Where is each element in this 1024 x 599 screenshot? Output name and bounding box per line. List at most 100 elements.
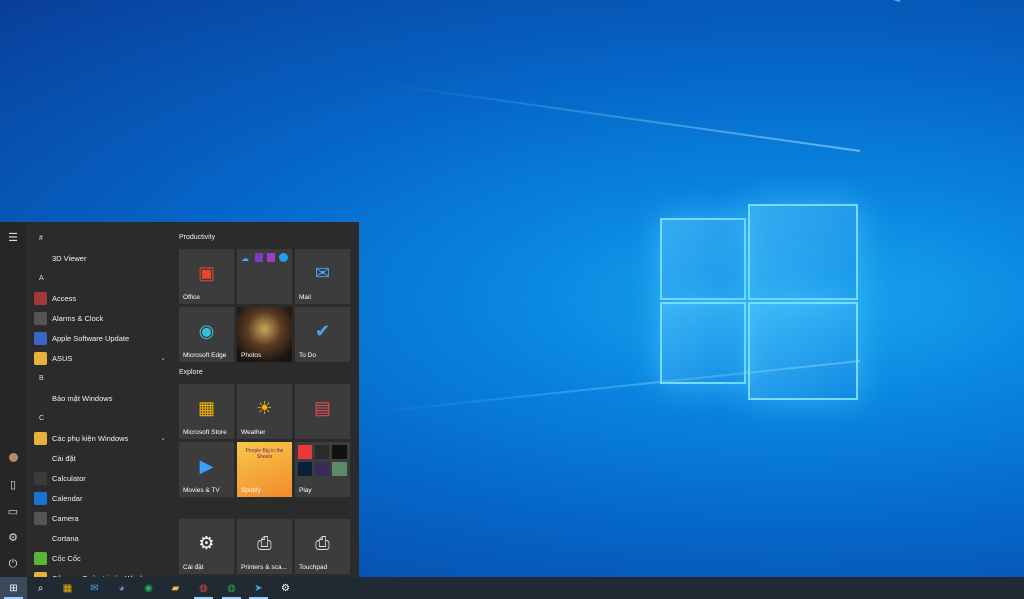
tile-news[interactable]: ▤	[295, 384, 350, 439]
app-label: Bảo mật Windows	[52, 393, 113, 403]
skype-icon	[279, 253, 288, 262]
start-left-rail: ☰ ▯ ▭ ⚙ ⏻	[0, 222, 26, 577]
tile-mail[interactable]: ✉ Mail	[295, 249, 350, 304]
power-icon[interactable]: ⏻	[0, 551, 26, 577]
shield-icon	[34, 391, 47, 405]
chevron-down-icon[interactable]: ⌄	[160, 354, 166, 362]
app-list-item[interactable]: Calculator	[26, 468, 172, 488]
app-list[interactable]: #3D Viewer A Access Alarms & Clock Apple Sof…	[26, 228, 172, 577]
app-label: Calendar	[52, 493, 83, 503]
app-list-item[interactable]: Calendar	[26, 488, 172, 508]
app-folder[interactable]: Công cụ Quản trị của Windows⌄	[26, 568, 172, 577]
section-letter[interactable]: B	[26, 368, 172, 388]
dolby-icon	[315, 462, 329, 476]
game-1-icon	[298, 445, 312, 459]
group-title-explore: Explore	[179, 369, 203, 376]
app-list-item[interactable]: Camera	[26, 508, 172, 528]
folder-icon	[34, 431, 47, 445]
calculator-icon	[34, 471, 47, 485]
app-list-item[interactable]: Cortana	[26, 528, 172, 548]
search-button[interactable]: ⌕	[27, 577, 54, 599]
printer-icon: ⎙	[257, 533, 272, 553]
tile-office[interactable]: ▣ Office	[179, 249, 234, 304]
app-list-item[interactable]: Cốc Cốc	[26, 548, 172, 568]
office-icon: ▣	[197, 263, 215, 283]
sun-icon: ☀	[256, 398, 273, 418]
pinned-tiles: Productivity ▣ Office ☁ ✉ Mail ◉ Microso…	[179, 230, 355, 577]
onedrive-icon: ☁	[241, 254, 249, 263]
documents-icon[interactable]: ▯	[0, 471, 26, 497]
tile-settings[interactable]: ⚙ Cài đặt	[179, 519, 234, 574]
onenote-2-icon	[267, 253, 275, 262]
file-explorer-taskbar[interactable]: ▰	[162, 577, 189, 599]
mail-icon: ✉	[314, 263, 331, 283]
cortana-icon	[34, 531, 47, 545]
coccoc-icon	[34, 551, 47, 565]
gear-icon	[34, 451, 47, 465]
telegram-taskbar[interactable]: ➤	[245, 577, 272, 599]
game-3-icon	[332, 462, 347, 476]
app-label: Cốc Cốc	[52, 553, 81, 563]
app-list-item[interactable]: Alarms & Clock	[26, 308, 172, 328]
clock-icon	[34, 311, 47, 325]
spotify-taskbar[interactable]: ◉	[135, 577, 162, 599]
taskbar: ⊞ ⌕ ▦ ✉ ◕ ◉ ▰ ◍ ◍ ➤ ⚙	[0, 577, 1024, 599]
photoshop-icon	[298, 462, 312, 476]
app-label: Apple Software Update	[52, 333, 130, 343]
windows-logo	[660, 200, 858, 400]
tile-microsoft-edge[interactable]: ◉ Microsoft Edge	[179, 307, 234, 362]
tile-photos[interactable]: Photos	[237, 307, 292, 362]
apple-update-icon	[34, 331, 47, 345]
spotify-tile-caption: People Big in the Sheets	[245, 448, 284, 460]
app-label: Cortana	[52, 533, 79, 543]
start-button[interactable]: ⊞	[0, 577, 27, 599]
tile-touchpad[interactable]: ⎙ Touchpad	[295, 519, 350, 574]
hulu-icon	[332, 445, 347, 459]
tile-play[interactable]: Play	[295, 442, 350, 497]
app-list-item[interactable]: Access	[26, 288, 172, 308]
chrome-profile-taskbar[interactable]: ◍	[218, 577, 245, 599]
app-label: Camera	[52, 513, 79, 523]
app-folder[interactable]: Các phụ kiện Windows ⌄	[26, 428, 172, 448]
chrome-taskbar[interactable]: ◍	[190, 577, 217, 599]
settings-taskbar[interactable]: ⚙	[272, 577, 299, 599]
checkmark-icon: ✔	[314, 321, 331, 341]
app-list-item[interactable]: 3D Viewer	[26, 248, 172, 268]
app-label: Access	[52, 293, 77, 303]
tile-movies-tv[interactable]: ▶ Movies & TV	[179, 442, 234, 497]
section-letter[interactable]: C	[26, 408, 172, 428]
game-2-icon	[315, 445, 329, 459]
section-letter[interactable]: #	[26, 228, 172, 248]
edge-icon: ◉	[198, 321, 215, 341]
app-label: Các phụ kiện Windows	[52, 433, 129, 443]
pictures-icon[interactable]: ▭	[0, 498, 26, 524]
cube-icon	[34, 251, 47, 265]
store-taskbar[interactable]: ▦	[54, 577, 81, 599]
chevron-down-icon[interactable]: ⌄	[160, 434, 166, 442]
app-folder[interactable]: ASUS ⌄	[26, 348, 172, 368]
app-label: 3D Viewer	[52, 253, 87, 263]
tile-printers-scanners[interactable]: ⎙ Printers & sca...	[237, 519, 292, 574]
app-label: Alarms & Clock	[52, 313, 104, 323]
mail-taskbar[interactable]: ✉	[81, 577, 108, 599]
discord-taskbar[interactable]: ◕	[108, 577, 135, 599]
tile-cloud-apps[interactable]: ☁	[237, 249, 292, 304]
settings-icon[interactable]: ⚙	[0, 524, 26, 550]
movies-icon: ▶	[199, 456, 214, 476]
hamburger-menu-icon[interactable]: ☰	[0, 224, 26, 250]
app-label: Cài đặt	[52, 453, 76, 463]
tile-spotify[interactable]: People Big in the Sheets Spotify	[237, 442, 292, 497]
user-avatar-icon[interactable]	[0, 444, 26, 470]
app-label: ASUS	[52, 353, 73, 363]
tile-weather[interactable]: ☀ Weather	[237, 384, 292, 439]
tile-to-do[interactable]: ✔ To Do	[295, 307, 350, 362]
tile-microsoft-store[interactable]: ▦ Microsoft Store	[179, 384, 234, 439]
app-label: Calculator	[52, 473, 86, 483]
onenote-icon	[255, 253, 263, 262]
app-list-item[interactable]: Apple Software Update	[26, 328, 172, 348]
section-letter[interactable]: A	[26, 268, 172, 288]
app-list-item[interactable]: Cài đặt	[26, 448, 172, 468]
access-icon	[34, 291, 47, 305]
start-menu: ☰ ▯ ▭ ⚙ ⏻ #3D Viewer A Access Alarms & Cloc…	[0, 222, 359, 577]
app-list-item[interactable]: Bảo mật Windows	[26, 388, 172, 408]
